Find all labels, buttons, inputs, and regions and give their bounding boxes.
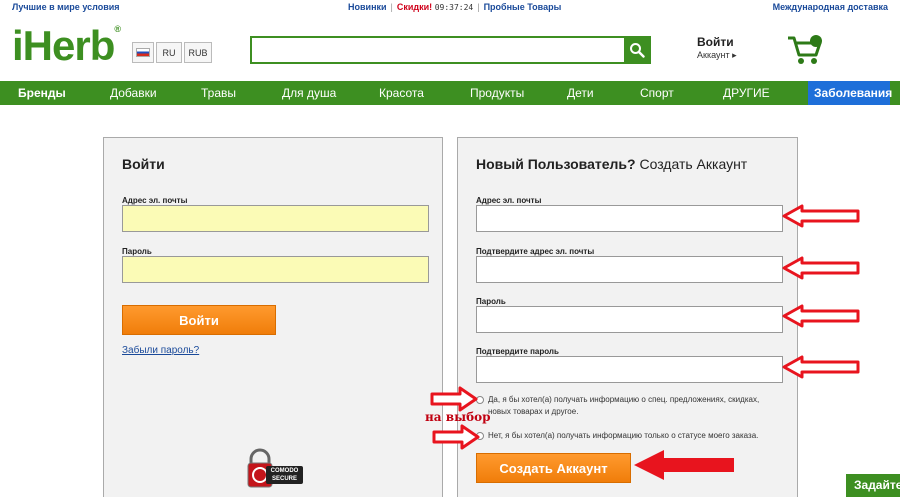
register-email-confirm-label: Подтвердите адрес эл. почты	[476, 247, 595, 256]
main-nav: Бренды Добавки Травы Для душа Красота Пр…	[0, 81, 900, 105]
newsletter-opt-out-option[interactable]: Нет, я бы хотел(а) получать информацию т…	[476, 430, 781, 442]
search-input[interactable]	[252, 38, 624, 62]
account-login-label: Войти	[697, 35, 734, 49]
international-shipping-link[interactable]: Международная доставка	[773, 2, 888, 12]
cart-icon	[788, 35, 822, 64]
login-password-label: Пароль	[122, 247, 152, 256]
login-title: Войти	[122, 156, 165, 172]
nav-item-other[interactable]: ДРУГИЕ	[723, 81, 770, 105]
annotation-arrow-right-icon	[430, 386, 478, 412]
opt-out-label: Нет, я бы хотел(а) получать информацию т…	[488, 431, 759, 440]
create-account-button[interactable]: Создать Аккаунт	[476, 453, 631, 483]
newsletter-opt-in-option[interactable]: Да, я бы хотел(а) получать информацию о …	[476, 394, 781, 418]
currency-selector[interactable]: RUB	[184, 42, 212, 63]
register-password-label: Пароль	[476, 297, 506, 306]
register-title: Новый Пользователь? Создать Аккаунт	[476, 156, 747, 172]
annotation-arrow-left-icon	[782, 355, 860, 379]
comodo-secure-badge: COMODO SECURE	[246, 448, 304, 488]
forgot-password-link[interactable]: Забыли пароль?	[122, 345, 199, 356]
site-logo[interactable]: iHerb®	[12, 22, 121, 69]
nav-item-grocery[interactable]: Продукты	[470, 81, 524, 105]
login-button[interactable]: Войти	[122, 305, 276, 335]
language-selector[interactable]: RU	[156, 42, 182, 63]
login-password-input[interactable]	[122, 256, 429, 283]
search-bar	[250, 36, 651, 64]
trial-products-link[interactable]: Пробные Товары	[484, 2, 562, 12]
login-panel: Войти Адрес эл. почты Пароль Войти Забыл…	[103, 137, 443, 497]
register-title-rest: Создать Аккаунт	[639, 156, 748, 172]
top-bar: Лучшие в мире условия Новинки | Скидки! 09…	[0, 0, 900, 14]
nav-item-brands[interactable]: Бренды	[18, 81, 66, 105]
opt-in-label: Да, я бы хотел(а) получать информацию о …	[488, 395, 760, 416]
register-password-confirm-label: Подтвердите пароль	[476, 347, 559, 356]
annotation-arrow-left-icon	[782, 204, 860, 228]
nav-item-herbs[interactable]: Травы	[201, 81, 236, 105]
nav-item-bath[interactable]: Для душа	[282, 81, 336, 105]
search-button[interactable]	[624, 38, 649, 62]
sale-timer: 09:37:24	[434, 3, 474, 12]
cart-button[interactable]	[786, 33, 826, 67]
nav-item-sport[interactable]: Спорт	[640, 81, 674, 105]
feedback-tab[interactable]: Задайте	[846, 474, 900, 497]
russia-flag-icon	[136, 48, 150, 57]
register-password-input[interactable]	[476, 306, 783, 333]
account-sub-label: Аккаунт ▸	[697, 50, 737, 60]
search-icon	[629, 43, 645, 58]
login-email-input[interactable]	[122, 205, 429, 232]
locale-selector[interactable]: RU RUB	[132, 42, 214, 63]
account-menu[interactable]: Войти Аккаунт ▸	[697, 35, 737, 61]
annotation-note: на выбор	[425, 410, 491, 424]
register-email-confirm-input[interactable]	[476, 256, 783, 283]
register-title-bold: Новый Пользователь?	[476, 156, 636, 172]
nav-item-kids[interactable]: Дети	[567, 81, 594, 105]
sale-link[interactable]: Скидки!	[397, 2, 432, 12]
register-password-confirm-input[interactable]	[476, 356, 783, 383]
annotation-arrow-left-icon	[782, 304, 860, 328]
nav-item-conditions[interactable]: Заболевания	[808, 81, 892, 105]
top-links: Новинки | Скидки! 09:37:24 | Пробные Товары	[348, 2, 562, 12]
logo-text: iHerb	[12, 22, 115, 69]
nav-item-beauty[interactable]: Красота	[379, 81, 424, 105]
new-products-link[interactable]: Новинки	[348, 2, 387, 12]
register-panel: Новый Пользователь? Создать Аккаунт Адре…	[457, 137, 798, 497]
annotation-arrow-left-filled-icon	[634, 450, 734, 480]
register-email-label: Адрес эл. почты	[476, 196, 542, 205]
promo-link[interactable]: Лучшие в мире условия	[12, 2, 120, 12]
nav-item-supplements[interactable]: Добавки	[110, 81, 157, 105]
registered-mark: ®	[114, 24, 121, 34]
comodo-badge-line1: COMODO	[270, 468, 299, 474]
login-email-label: Адрес эл. почты	[122, 196, 188, 205]
comodo-badge-line2: SECURE	[271, 476, 297, 482]
country-flag[interactable]	[132, 42, 154, 63]
register-email-input[interactable]	[476, 205, 783, 232]
annotation-arrow-right-icon	[432, 424, 480, 450]
annotation-arrow-left-icon	[782, 256, 860, 280]
